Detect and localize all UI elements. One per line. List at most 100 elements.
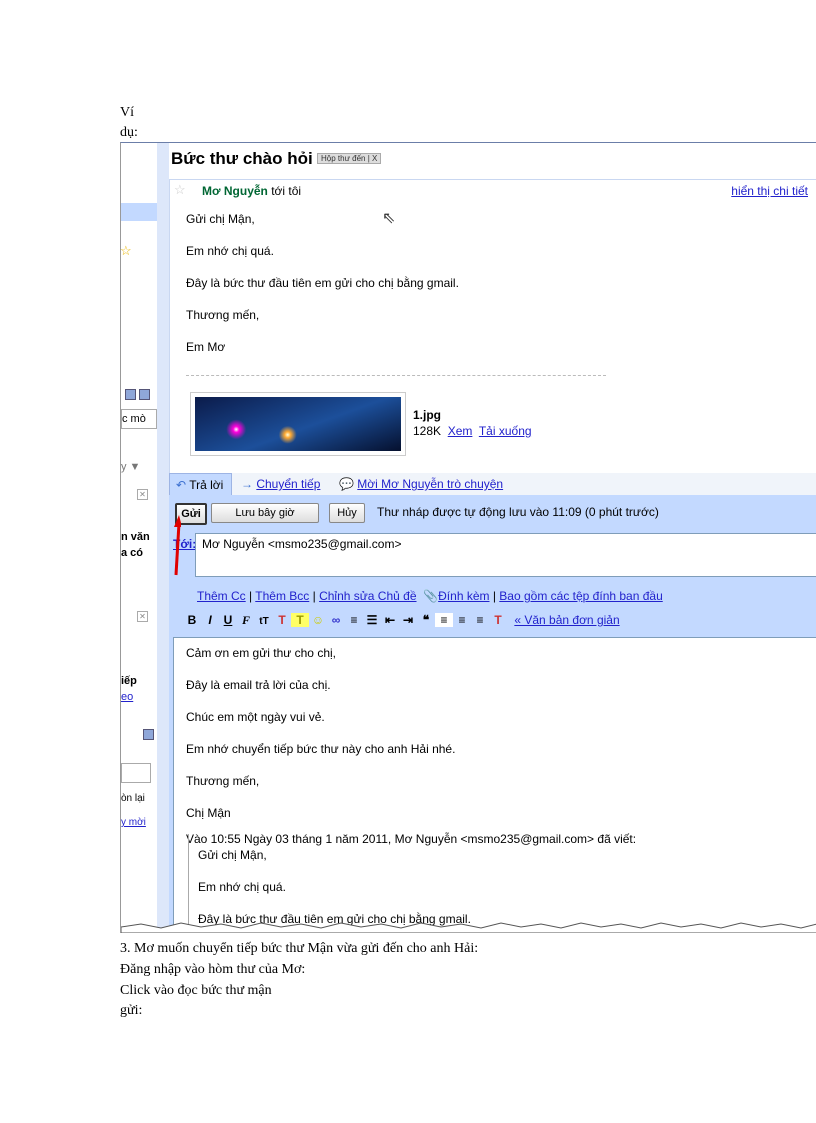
include-attachments-link[interactable]: Bao gồm các tệp đính ban đầu <box>499 589 662 603</box>
chat-icon: 💬 <box>339 477 354 491</box>
red-arrow-icon <box>174 515 181 576</box>
sidebar-search-input[interactable]: c mò <box>121 409 157 429</box>
add-bcc-link[interactable]: Thêm Bcc <box>255 589 309 603</box>
forward-icon: → <box>241 477 253 491</box>
link-icon[interactable]: ∞ <box>327 613 345 627</box>
attachment-name: 1.jpg <box>413 408 442 422</box>
sidebar-toggle-icons[interactable] <box>125 389 153 400</box>
view-link[interactable]: Xem <box>448 424 473 438</box>
align-center-icon[interactable]: ≡ <box>453 613 471 627</box>
invite-chat-label[interactable]: Mời Mơ Nguyễn trò chuyện <box>357 477 503 491</box>
reply-compose-panel: Gửi Lưu bây giờ Hủy Thư nháp được tự độn… <box>169 495 816 933</box>
example-label-2: dụ: <box>120 125 138 140</box>
compose-links: Thêm Cc | Thêm Bcc | Chỉnh sửa Chủ đề 📎Đ… <box>197 589 663 603</box>
message-actions: ↶ Trả lời → Chuyển tiếp 💬 Mời Mơ Nguyễn … <box>169 473 816 496</box>
forward-tab[interactable]: → Chuyển tiếp <box>241 473 320 495</box>
inbox-label-chip[interactable]: Hộp thư đến | X <box>317 153 382 164</box>
email-subject: Bức thư chào hỏi <box>171 149 313 168</box>
editor-line: Đây là email trả lời của chị. <box>186 678 331 692</box>
close-icon[interactable]: ✕ <box>137 489 148 500</box>
compose-toolbar: Gửi Lưu bây giờ Hủy Thư nháp được tự độn… <box>169 499 816 525</box>
sidebar-divider <box>157 143 169 933</box>
quote-header: Vào 10:55 Ngày 03 tháng 1 năm 2011, Mơ N… <box>186 832 637 846</box>
invite-chat-tab[interactable]: 💬 Mời Mơ Nguyễn trò chuyện <box>339 473 503 495</box>
close-icon[interactable]: ✕ <box>137 611 148 622</box>
body-line: Đây là bức thư đầu tiên em gửi cho chị b… <box>186 276 459 290</box>
font-icon[interactable]: F <box>237 613 255 628</box>
plain-text-link[interactable]: « Văn bản đơn giản <box>514 613 619 627</box>
font-size-icon[interactable]: tT <box>255 616 273 627</box>
bullet-list-icon[interactable]: ☰ <box>363 613 381 627</box>
add-cc-link[interactable]: Thêm Cc <box>197 589 246 603</box>
editor-line: Chị Mận <box>186 806 231 820</box>
sidebar-input[interactable] <box>121 763 151 783</box>
torn-edge <box>121 922 816 933</box>
sidebar-fragment: òn lại <box>121 793 145 804</box>
recipient-text: tới tôi <box>267 184 302 198</box>
attachment-thumbnail[interactable] <box>190 392 406 456</box>
text-color-icon[interactable]: T <box>273 613 291 627</box>
caption-line: Đăng nhập vào hòm thư của Mơ: <box>120 962 306 977</box>
star-icon: ☆ <box>120 243 132 258</box>
collapse-icon[interactable] <box>143 729 154 740</box>
editor-line: Thương mến, <box>186 774 260 788</box>
remove-format-icon[interactable]: T <box>489 613 507 627</box>
numbered-list-icon[interactable]: ≡ <box>345 613 363 627</box>
sidebar-link[interactable]: y mời <box>121 817 146 828</box>
reply-label: Trả lời <box>189 478 224 492</box>
example-label: Ví <box>120 105 134 120</box>
sidebar-link[interactable]: eo <box>121 691 133 703</box>
indent-icon[interactable]: ⇥ <box>399 613 417 627</box>
sender-name[interactable]: Mơ Nguyễn <box>202 184 268 198</box>
align-left-icon[interactable]: ≡ <box>435 613 453 627</box>
reply-tab[interactable]: ↶ Trả lời <box>169 473 233 496</box>
quoted-line: Em nhớ chị quá. <box>198 880 286 894</box>
caption-line: Click vào đọc bức thư mận <box>120 983 272 998</box>
sidebar-fragment: iếp <box>121 675 137 687</box>
emoji-icon[interactable]: ☺ <box>309 613 327 627</box>
sidebar-fragment: a có <box>121 547 144 559</box>
quote-icon[interactable]: ❝ <box>417 613 435 627</box>
sidebar-fragment: y ▼ <box>121 461 141 473</box>
sidebar-fragment: n văn <box>121 531 150 543</box>
bold-icon[interactable]: B <box>183 613 201 627</box>
editor-line: Chúc em một ngày vui vẻ. <box>186 710 325 724</box>
reply-editor[interactable]: Cảm ơn em gửi thư cho chị, Đây là email … <box>173 637 816 933</box>
format-toolbar: B I U FtT T T ☺ ∞ ≡ ☰ ⇤ ⇥ ❝ ≡ ≡ ≡ T « Văn bản đơn giản <box>183 613 816 633</box>
sidebar-highlight <box>121 203 157 221</box>
quoted-line: Gửi chị Mận, <box>198 848 267 862</box>
save-now-button[interactable]: Lưu bây giờ <box>211 503 319 523</box>
to-field[interactable]: Mơ Nguyễn <msmo235@gmail.com> <box>195 533 816 577</box>
attach-link[interactable]: Đính kèm <box>438 589 489 603</box>
attachment-image <box>195 397 401 451</box>
italic-icon[interactable]: I <box>201 613 219 627</box>
editor-line: Cảm ơn em gửi thư cho chị, <box>186 646 336 660</box>
star-icon[interactable]: ☆ <box>174 182 186 198</box>
attachment-meta: 128K Xem Tải xuống <box>413 424 532 438</box>
highlight-icon[interactable]: T <box>291 613 309 627</box>
sidebar-link-text[interactable]: eo <box>121 691 133 703</box>
gmail-screenshot: ☆ c mò y ▼ ✕ n văn a có ✕ iếp eo òn lại … <box>120 142 816 933</box>
attachment-size: 128K <box>413 424 442 438</box>
message-pane: Bức thư chào hỏi Hộp thư đến | X ☆ Mơ Ng… <box>169 143 816 933</box>
edit-subject-link[interactable]: Chỉnh sửa Chủ đề <box>319 589 416 603</box>
underline-icon[interactable]: U <box>219 613 237 627</box>
download-link[interactable]: Tải xuống <box>479 424 532 438</box>
mouse-cursor-icon: ⇖ <box>382 210 396 227</box>
discard-button[interactable]: Hủy <box>329 503 365 523</box>
signature-divider <box>186 375 606 376</box>
caption-line: gửi: <box>120 1003 143 1018</box>
body-line: Em nhớ chị quá. <box>186 244 274 258</box>
reply-icon: ↶ <box>176 478 187 492</box>
sender-line: Mơ Nguyễn tới tôi <box>202 184 301 198</box>
message-card: ☆ Mơ Nguyễn tới tôi hiển thị chi tiết Gử… <box>169 179 816 477</box>
body-line: Em Mơ <box>186 340 226 354</box>
outdent-icon[interactable]: ⇤ <box>381 613 399 627</box>
draft-status: Thư nháp được tự động lưu vào 11:09 (0 p… <box>377 505 659 519</box>
align-right-icon[interactable]: ≡ <box>471 613 489 627</box>
to-value: Mơ Nguyễn <msmo235@gmail.com> <box>202 537 402 551</box>
body-line: Thương mến, <box>186 308 260 322</box>
forward-label[interactable]: Chuyển tiếp <box>256 477 320 491</box>
show-details-link[interactable]: hiển thị chi tiết <box>731 184 808 198</box>
caption-line: 3. Mơ muốn chuyển tiếp bức thư Mận vừa g… <box>120 941 479 956</box>
